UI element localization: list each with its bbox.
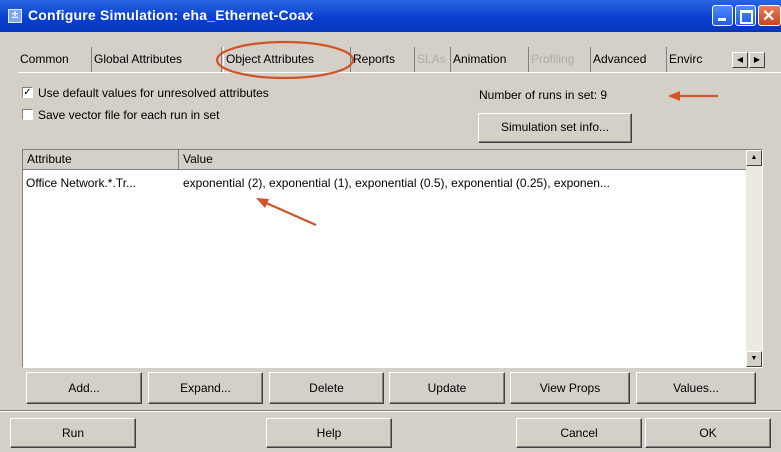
minimize-icon (718, 18, 726, 21)
delete-button[interactable]: Delete (269, 372, 384, 404)
tab-scroll-left-button[interactable]: ◀ (732, 52, 748, 68)
runs-in-set: Number of runs in set: 9 (479, 88, 607, 102)
help-button[interactable]: Help (266, 418, 392, 448)
column-header-attribute[interactable]: Attribute (23, 150, 179, 170)
save-vector-label: Save vector file for each run in set (38, 108, 220, 122)
arrow-down-icon: ▼ (750, 355, 758, 362)
close-button[interactable]: ✕ (758, 5, 781, 26)
close-icon: ✕ (762, 8, 776, 25)
use-defaults-checkbox[interactable]: ✓ (22, 87, 33, 98)
use-defaults-label: Use default values for unresolved attrib… (38, 86, 269, 100)
maximize-icon (740, 10, 753, 24)
runs-value: 9 (600, 88, 608, 102)
tab-reports[interactable]: Reports (351, 47, 415, 73)
maximize-button[interactable] (735, 5, 756, 26)
table-scrollbar[interactable]: ▲ ▼ (746, 150, 762, 367)
runs-label: Number of runs in set: (479, 88, 598, 102)
separator-highlight (0, 411, 781, 412)
tab-object-attributes[interactable]: Object Attributes (223, 47, 351, 73)
ok-button[interactable]: OK (645, 418, 771, 448)
values-button[interactable]: Values... (636, 372, 756, 404)
arrow-up-icon: ▲ (750, 154, 758, 161)
cancel-button[interactable]: Cancel (516, 418, 642, 448)
save-vector-checkbox[interactable] (22, 109, 33, 120)
tab-profiling: Profiling (529, 47, 591, 73)
simulation-set-info-button[interactable]: Simulation set info... (478, 113, 632, 143)
system-menu-icon[interactable]: ± (8, 9, 22, 23)
table-cell-attribute[interactable]: Office Network.*.Tr... (26, 176, 178, 192)
tab-environment[interactable]: Envirc (667, 47, 711, 73)
window-title: Configure Simulation: eha_Ethernet-Coax (28, 7, 314, 23)
add-button[interactable]: Add... (26, 372, 142, 404)
scroll-up-button[interactable]: ▲ (746, 150, 762, 166)
tab-common[interactable]: Common (18, 47, 92, 73)
table-header: Attribute Value (23, 150, 748, 170)
tab-slas: SLAs (415, 47, 451, 73)
checkmark-icon: ✓ (23, 87, 32, 98)
minimize-button[interactable] (712, 5, 733, 26)
expand-button[interactable]: Expand... (148, 372, 263, 404)
arrow-right-icon: ▶ (753, 55, 761, 64)
update-button[interactable]: Update (389, 372, 505, 404)
scroll-down-button[interactable]: ▼ (746, 351, 762, 367)
table-cell-value[interactable]: exponential (2), exponential (1), expone… (183, 176, 743, 192)
attribute-table[interactable]: Attribute Value Office Network.*.Tr... e… (22, 149, 763, 368)
tab-global-attributes[interactable]: Global Attributes (92, 47, 222, 73)
annotation-arrow-runs (668, 91, 718, 101)
run-button[interactable]: Run (10, 418, 136, 448)
tab-advanced[interactable]: Advanced (591, 47, 667, 73)
tab-strip: Common Global Attributes Object Attribut… (18, 47, 781, 73)
view-props-button[interactable]: View Props (510, 372, 630, 404)
tab-scroll-right-button[interactable]: ▶ (749, 52, 765, 68)
arrow-left-icon: ◀ (736, 55, 744, 64)
title-bar[interactable]: ± Configure Simulation: eha_Ethernet-Coa… (0, 0, 781, 32)
column-header-value[interactable]: Value (179, 150, 748, 170)
tab-panel-border (18, 72, 781, 73)
tab-animation[interactable]: Animation (451, 47, 529, 73)
